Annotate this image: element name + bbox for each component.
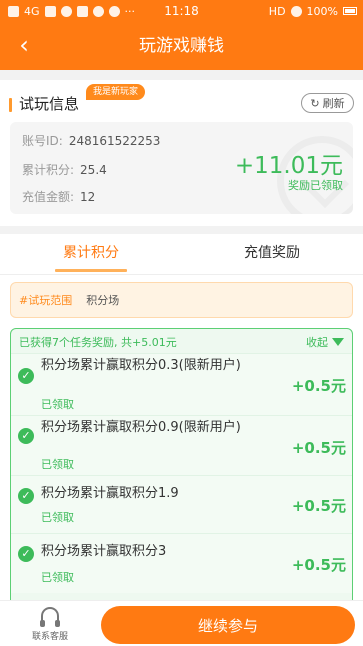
tab-recharge-reward[interactable]: 充值奖励 <box>236 242 308 262</box>
account-row: 账号ID: 248161522253 <box>22 132 160 149</box>
customer-service-button[interactable]: 联系客服 <box>22 607 78 642</box>
task-status: 已领取 <box>41 398 74 411</box>
collapse-label: 收起 <box>306 336 328 349</box>
refresh-label: 刷新 <box>322 97 345 110</box>
task-amount: +0.5元 <box>291 556 346 574</box>
recharge-label: 充值金额: <box>22 190 75 204</box>
task-status: 已领取 <box>41 511 74 524</box>
active-tab-indicator <box>55 269 127 272</box>
continue-button[interactable]: 继续参与 <box>101 606 355 644</box>
hd-label: HD <box>268 4 286 18</box>
check-circle-icon: ✓ <box>18 428 34 444</box>
chat-icon <box>60 5 72 17</box>
task-title: 积分场累计赢取积分3 <box>41 544 167 559</box>
scope-name: 积分场 <box>86 294 120 307</box>
recharge-value: 12 <box>80 190 96 204</box>
trial-info-box: 账号ID: 248161522253 累计积分: 25.4 充值金额: 12 +11.… <box>10 122 353 214</box>
scope-tag: #试玩范围 <box>19 294 73 307</box>
network-label: 4G <box>24 4 40 18</box>
more-icon: ··· <box>124 4 136 18</box>
section-accent-bar <box>9 98 12 112</box>
trial-info-heading: 试玩信息 <box>19 95 80 113</box>
check-icon <box>108 5 120 17</box>
check-circle-icon: ✓ <box>18 546 34 562</box>
task-summary: 已获得7个任务奖励, 共+5.01元 <box>19 336 177 349</box>
status-time: 11:18 <box>164 4 199 18</box>
task-title: 积分场累计赢取积分0.9(限新用户) <box>41 420 241 435</box>
task-title: 积分场累计赢取积分0.3(限新用户) <box>41 358 241 373</box>
collapse-triangle-icon <box>332 338 344 346</box>
refresh-icon: ↻ <box>310 96 320 110</box>
task-amount: +0.5元 <box>291 377 346 395</box>
account-label: 账号ID: <box>22 134 63 148</box>
task-section: 累计积分 充值奖励 #试玩范围 积分场 已获得7个任务奖励, 共+5.01元 收… <box>0 234 363 646</box>
trial-info-card: 试玩信息 我是新玩家 ↻ 刷新 账号ID: 248161522253 累计积分: 2… <box>0 80 363 226</box>
account-value: 248161522253 <box>68 134 161 148</box>
recharge-row: 充值金额: 12 <box>22 188 95 205</box>
signal-icon <box>44 5 56 17</box>
task-item: ✓ 积分场累计赢取积分1.9 已领取 +0.5元 <box>11 475 352 533</box>
reward-status: 奖励已领取 <box>288 179 343 192</box>
image-icon <box>76 5 88 17</box>
points-value: 25.4 <box>80 163 107 177</box>
check-circle-icon: ✓ <box>18 368 34 384</box>
tab-points[interactable]: 累计积分 <box>55 242 127 262</box>
points-label: 累计积分: <box>22 163 75 177</box>
task-item: ✓ 积分场累计赢取积分0.9(限新用户) 已领取 +0.5元 <box>11 415 352 475</box>
headset-icon <box>40 607 60 627</box>
status-bar: 4G ··· 11:18 HD 100% <box>0 0 363 22</box>
trial-scope: #试玩范围 积分场 <box>10 282 353 318</box>
check-circle-icon: ✓ <box>18 488 34 504</box>
reward-amount: +11.01元 <box>234 153 343 179</box>
battery-label: 100% <box>306 4 338 18</box>
search-icon <box>92 5 104 17</box>
page-title: 玩游戏赚钱 <box>139 36 224 56</box>
task-title: 积分场累计赢取积分1.9 <box>41 486 179 501</box>
new-player-badge[interactable]: 我是新玩家 <box>86 84 146 100</box>
bottom-bar: 联系客服 继续参与 <box>0 600 363 646</box>
tabs-divider <box>0 274 363 275</box>
status-left: 4G ··· <box>8 5 138 18</box>
task-item: ✓ 积分场累计赢取积分3 已领取 +0.5元 <box>11 533 352 593</box>
customer-service-label: 联系客服 <box>31 632 68 642</box>
task-amount: +0.5元 <box>291 497 346 515</box>
title-bar: ‹ 玩游戏赚钱 <box>0 22 363 70</box>
task-status: 已领取 <box>41 571 74 584</box>
notification-icon <box>8 5 19 17</box>
task-status: 已领取 <box>41 458 74 471</box>
wifi-icon <box>290 5 302 17</box>
battery-icon <box>343 7 357 15</box>
task-item: ✓ 积分场累计赢取积分0.3(限新用户) 已领取 +0.5元 <box>11 353 352 415</box>
task-list: 已获得7个任务奖励, 共+5.01元 收起 ✓ 积分场累计赢取积分0.3(限新用… <box>10 328 353 608</box>
task-amount: +0.5元 <box>291 439 346 457</box>
points-row: 累计积分: 25.4 <box>22 161 107 178</box>
status-right: HD 100% <box>269 5 357 18</box>
collapse-button[interactable]: 收起 <box>306 334 344 350</box>
refresh-button[interactable]: ↻ 刷新 <box>301 93 354 113</box>
